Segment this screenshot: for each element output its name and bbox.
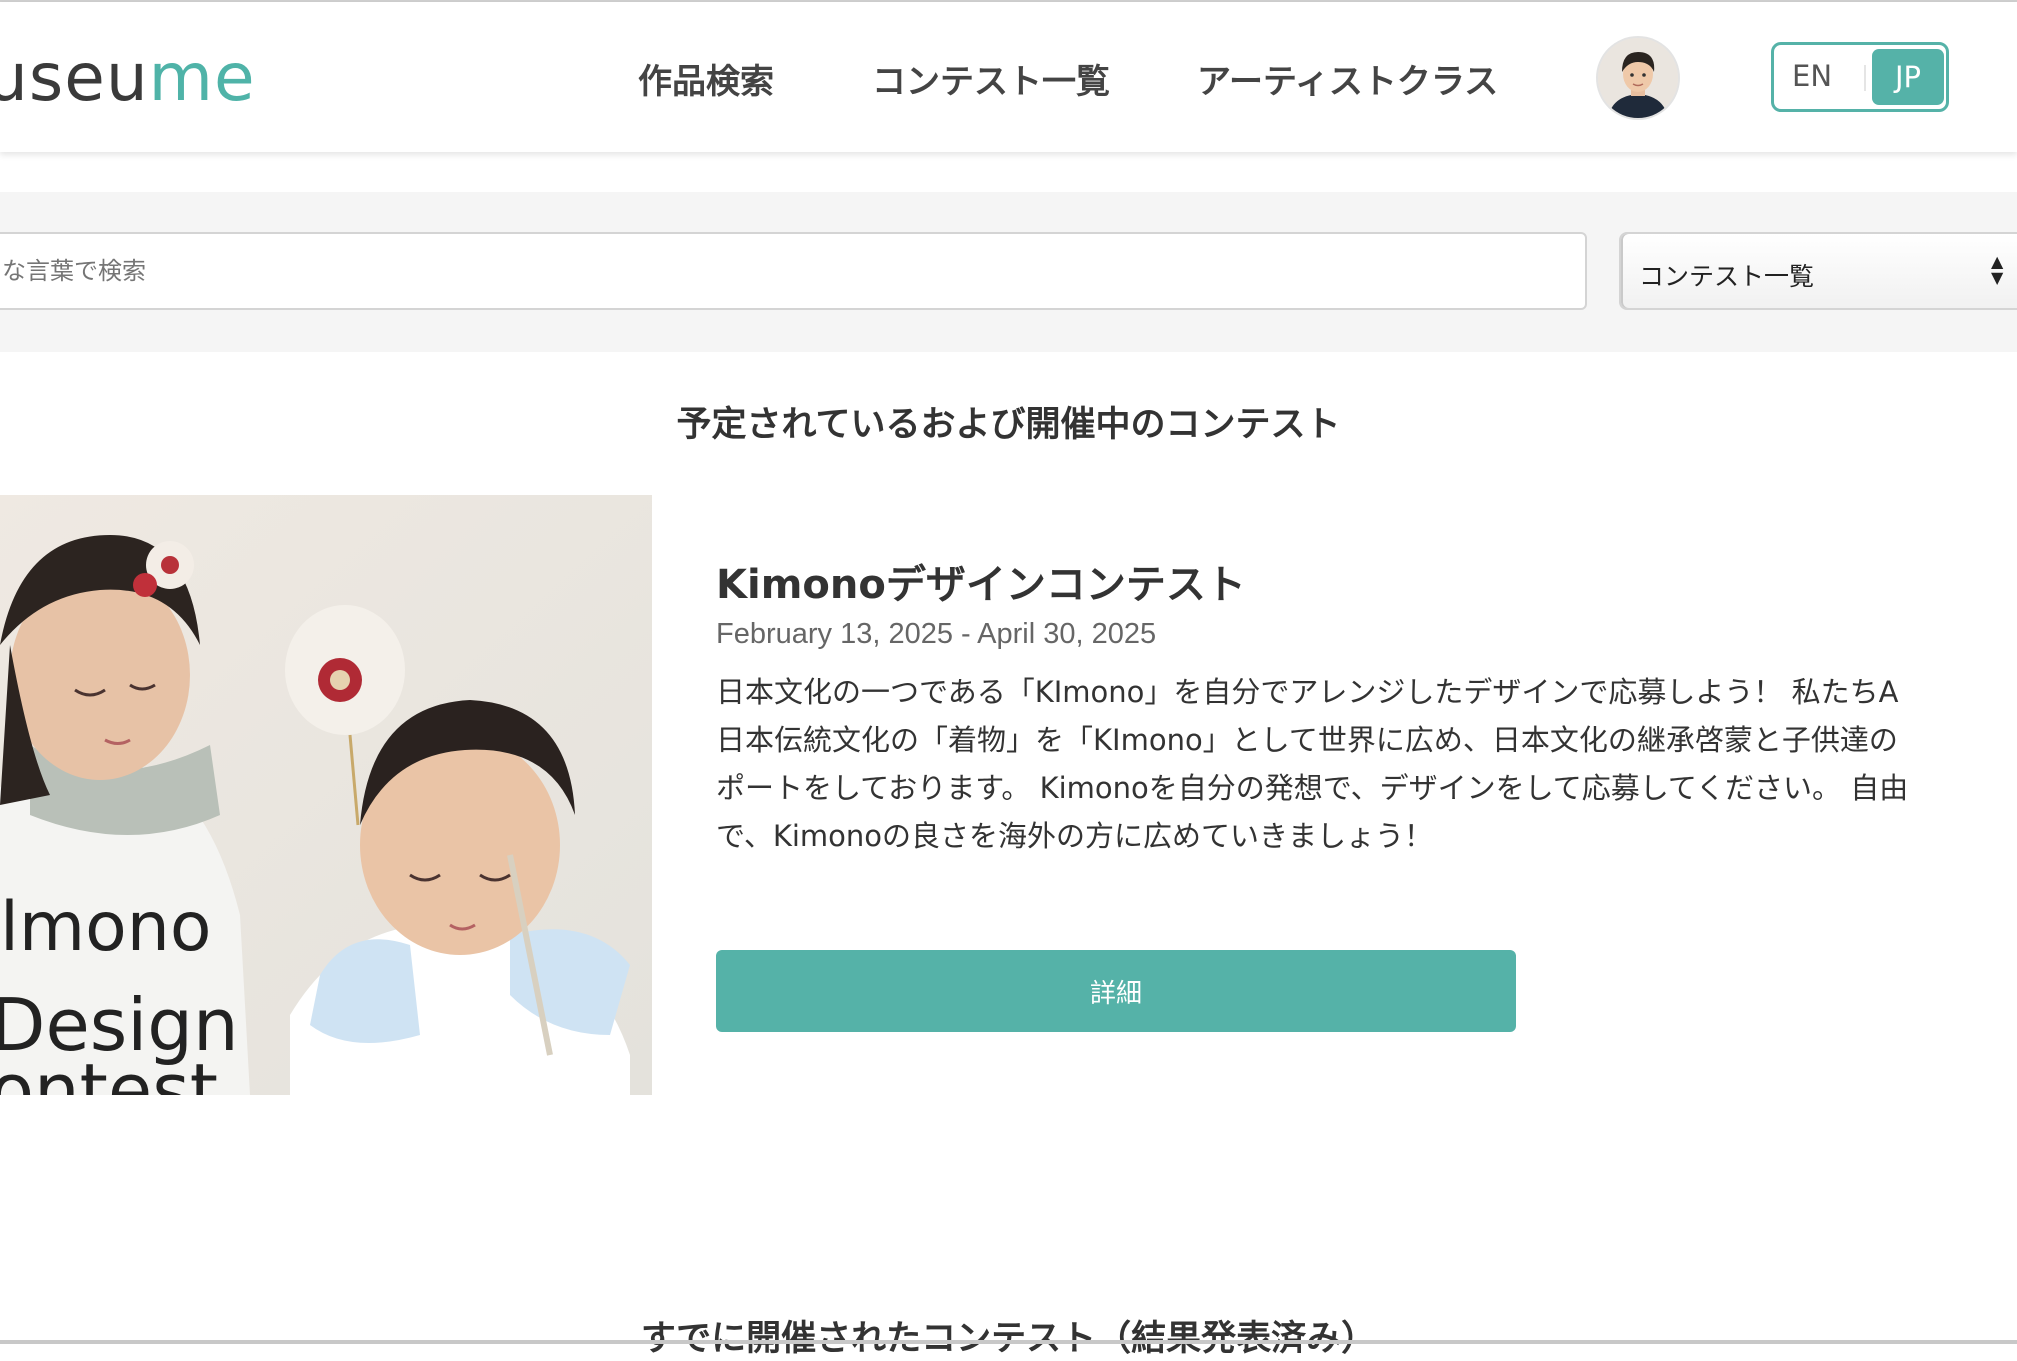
avatar-image <box>1598 38 1678 118</box>
category-select-value: コンテスト一覧 <box>1639 262 1815 291</box>
image-text-line3: ontest <box>0 1048 218 1095</box>
select-arrows-icon: ▲ ▼ <box>1991 252 2004 287</box>
language-toggle: EN JP <box>1771 42 1949 112</box>
logo-accent-text: me <box>148 39 256 116</box>
upcoming-contests-heading: 予定されているおよび開催中のコンテスト <box>676 405 1341 445</box>
past-contests-heading: すでに開催されたコンテスト（結果発表済み） <box>640 1319 1377 1359</box>
lang-en-button[interactable]: EN <box>1792 59 1832 93</box>
detail-button[interactable]: 詳細 <box>716 950 1516 1032</box>
site-logo[interactable]: useume <box>0 38 256 118</box>
kimono-contest-photo: lmono Design ontest <box>0 495 652 1095</box>
site-header: useume 作品検索 コンテスト一覧 アーティストクラス EN JP <box>0 2 2017 152</box>
nav-artist-class[interactable]: アーティストクラス <box>1197 54 1498 103</box>
description-line: ポートをしております。 Kimonoを自分の発想で、デザインをして応募してくださ… <box>716 771 1909 805</box>
lang-jp-button[interactable]: JP <box>1872 49 1944 105</box>
contest-dates: February 13, 2025 - April 30, 2025 <box>716 618 1157 650</box>
contest-title[interactable]: Kimonoデザインコンテスト <box>716 552 1246 610</box>
lang-separator <box>1864 65 1866 91</box>
category-select[interactable]: コンテスト一覧 ▲ ▼ <box>1619 232 2017 310</box>
nav-artwork-search[interactable]: 作品検索 <box>638 54 774 103</box>
contest-image[interactable]: lmono Design ontest <box>0 495 652 1095</box>
nav-contest-list[interactable]: コンテスト一覧 <box>872 54 1110 103</box>
search-input[interactable] <box>0 232 1587 310</box>
description-line: 日本文化の一つである「KImono」を自分でアレンジしたデザインで応募しよう！ … <box>716 675 1899 709</box>
description-line: で、Kimonoの良さを海外の方に広めていきましょう！ <box>716 819 1434 853</box>
search-bar-area: コンテスト一覧 ▲▼ <box>0 192 2017 352</box>
contest-description: 日本文化の一つである「KImono」を自分でアレンジしたデザインで応募しよう！ … <box>716 668 2017 860</box>
user-avatar[interactable] <box>1598 38 1678 118</box>
logo-text: useu <box>0 39 149 116</box>
image-text-line1: lmono <box>0 888 211 967</box>
description-line: 日本伝統文化の「着物」を「KImono」として世界に広め、日本文化の継承啓蒙と子… <box>716 723 1898 757</box>
bottom-border <box>0 1340 2017 1344</box>
